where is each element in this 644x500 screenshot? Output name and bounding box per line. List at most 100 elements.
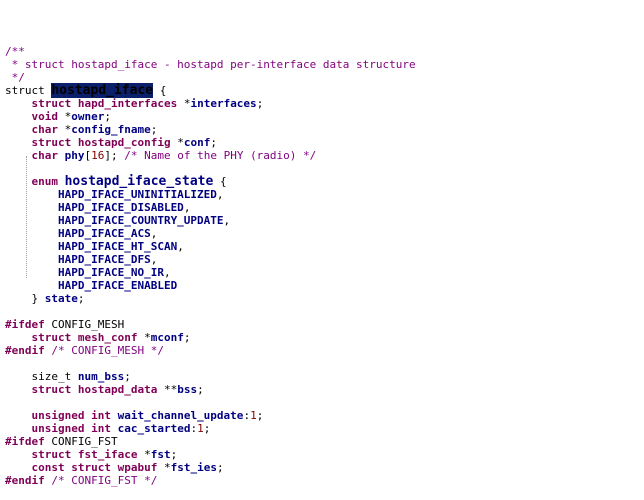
code-token: const struct <box>5 461 118 474</box>
code-token: void <box>5 110 65 123</box>
code-token: ; <box>216 461 224 474</box>
code-line[interactable]: void *owner; <box>5 110 644 123</box>
code-line[interactable]: struct fst_iface *fst; <box>5 448 644 461</box>
code-line[interactable]: struct hostapd_config *conf; <box>5 136 644 149</box>
code-token: ; <box>77 292 85 305</box>
code-line[interactable]: HAPD_IFACE_UNINITIALIZED, <box>5 188 644 201</box>
code-line[interactable]: HAPD_IFACE_ACS, <box>5 227 644 240</box>
code-editor[interactable]: /** * struct hostapd_iface - hostapd per… <box>0 0 644 487</box>
code-token: unsigned int <box>5 422 118 435</box>
code-token: , <box>150 227 158 240</box>
code-line[interactable]: enum hostapd_iface_state { <box>5 175 644 188</box>
code-token: wpabuf <box>117 461 164 474</box>
code-token: CONFIG_FST <box>51 435 118 448</box>
code-token: char <box>5 123 65 136</box>
code-token: interfaces <box>190 97 257 110</box>
code-token: mesh_conf <box>77 331 145 344</box>
code-line[interactable]: size_t num_bss; <box>5 370 644 383</box>
code-token: #endif <box>5 344 52 357</box>
code-token: /* Name of the PHY (radio) */ <box>124 149 317 162</box>
code-token: , <box>216 188 224 201</box>
code-token: , <box>177 240 184 253</box>
selected-token: hostapd_iface <box>51 83 154 98</box>
code-token: , <box>150 253 158 266</box>
code-line[interactable] <box>5 305 644 318</box>
code-token: state <box>44 292 78 305</box>
code-line[interactable]: struct hostapd_iface { <box>5 83 644 98</box>
code-token: struct <box>5 136 78 149</box>
code-token: } <box>5 292 45 305</box>
code-token: HAPD_IFACE_UNINITIALIZED <box>5 188 217 201</box>
code-token: { <box>213 175 227 188</box>
code-token: #ifdef <box>5 435 52 448</box>
code-token: struct <box>5 448 78 461</box>
code-token: /** <box>5 45 25 58</box>
code-line[interactable]: char *config_fname; <box>5 123 644 136</box>
code-line[interactable]: struct mesh_conf *mconf; <box>5 331 644 344</box>
code-token: unsigned int <box>5 409 118 422</box>
code-line[interactable]: struct hapd_interfaces *interfaces; <box>5 97 644 110</box>
code-token: ** <box>163 383 178 396</box>
code-token: owner <box>71 110 105 123</box>
code-line[interactable]: HAPD_IFACE_DISABLED, <box>5 201 644 214</box>
code-token: * struct hostapd_iface - hostapd per-int… <box>5 58 416 71</box>
code-token: ; <box>256 97 264 110</box>
code-line[interactable]: unsigned int wait_channel_update:1; <box>5 409 644 422</box>
code-token: HAPD_IFACE_NO_IR <box>5 266 164 279</box>
code-line[interactable] <box>5 396 644 409</box>
code-token: hostapd_iface_state <box>64 174 214 189</box>
code-token: 16 <box>91 149 105 162</box>
code-token: , <box>183 201 191 214</box>
code-token: #ifdef <box>5 318 52 331</box>
code-line[interactable]: #ifdef CONFIG_MESH <box>5 318 644 331</box>
code-token: 1 <box>250 409 257 422</box>
code-token: mconf <box>150 331 184 344</box>
code-token: /* CONFIG_FST */ <box>51 474 158 487</box>
code-token: HAPD_IFACE_ENABLED <box>5 279 178 292</box>
code-token: HAPD_IFACE_ACS <box>5 227 151 240</box>
code-token: */ <box>5 71 25 84</box>
code-line[interactable]: const struct wpabuf *fst_ies; <box>5 461 644 474</box>
code-token: hostapd_data <box>77 383 164 396</box>
code-line[interactable]: } state; <box>5 292 644 305</box>
code-line[interactable]: /** <box>5 45 644 58</box>
code-line[interactable]: #ifdef CONFIG_FST <box>5 435 644 448</box>
code-line[interactable]: unsigned int cac_started:1; <box>5 422 644 435</box>
code-line[interactable]: HAPD_IFACE_ENABLED <box>5 279 644 292</box>
code-line[interactable]: HAPD_IFACE_HT_SCAN, <box>5 240 644 253</box>
code-line[interactable]: struct hostapd_data **bss; <box>5 383 644 396</box>
code-token: 1 <box>197 422 204 435</box>
code-line[interactable]: HAPD_IFACE_NO_IR, <box>5 266 644 279</box>
code-line[interactable]: char phy[16]; /* Name of the PHY (radio)… <box>5 149 644 162</box>
code-line[interactable]: * struct hostapd_iface - hostapd per-int… <box>5 58 644 71</box>
code-token: fst_ies <box>170 461 217 474</box>
code-token: * <box>144 448 151 461</box>
code-line[interactable]: #endif /* CONFIG_FST */ <box>5 474 644 487</box>
code-lines: /** * struct hostapd_iface - hostapd per… <box>5 45 644 487</box>
code-line[interactable]: HAPD_IFACE_DFS, <box>5 253 644 266</box>
code-token: struct <box>5 84 52 97</box>
code-token: HAPD_IFACE_DISABLED <box>5 201 184 214</box>
code-token: , <box>163 266 171 279</box>
code-token: fst_iface <box>77 448 145 461</box>
code-token: size_t <box>5 370 78 383</box>
code-token: conf <box>183 136 211 149</box>
code-token: phy <box>64 149 85 162</box>
code-line[interactable] <box>5 357 644 370</box>
code-token: config_fname <box>71 123 151 136</box>
code-token: ; <box>256 409 264 422</box>
code-token: char <box>5 149 65 162</box>
code-token: ; <box>104 110 111 123</box>
code-token: ; <box>150 123 158 136</box>
code-token: { <box>153 84 167 97</box>
code-token: ; <box>183 331 191 344</box>
code-token: cac_started <box>117 422 191 435</box>
code-token: HAPD_IFACE_DFS <box>5 253 151 266</box>
code-token: bss <box>177 383 198 396</box>
code-token: struct <box>5 97 78 110</box>
code-token: enum <box>5 175 65 188</box>
code-line[interactable]: HAPD_IFACE_COUNTRY_UPDATE, <box>5 214 644 227</box>
code-token: ; <box>124 370 131 383</box>
code-line[interactable]: #endif /* CONFIG_MESH */ <box>5 344 644 357</box>
code-token: fst <box>150 448 171 461</box>
